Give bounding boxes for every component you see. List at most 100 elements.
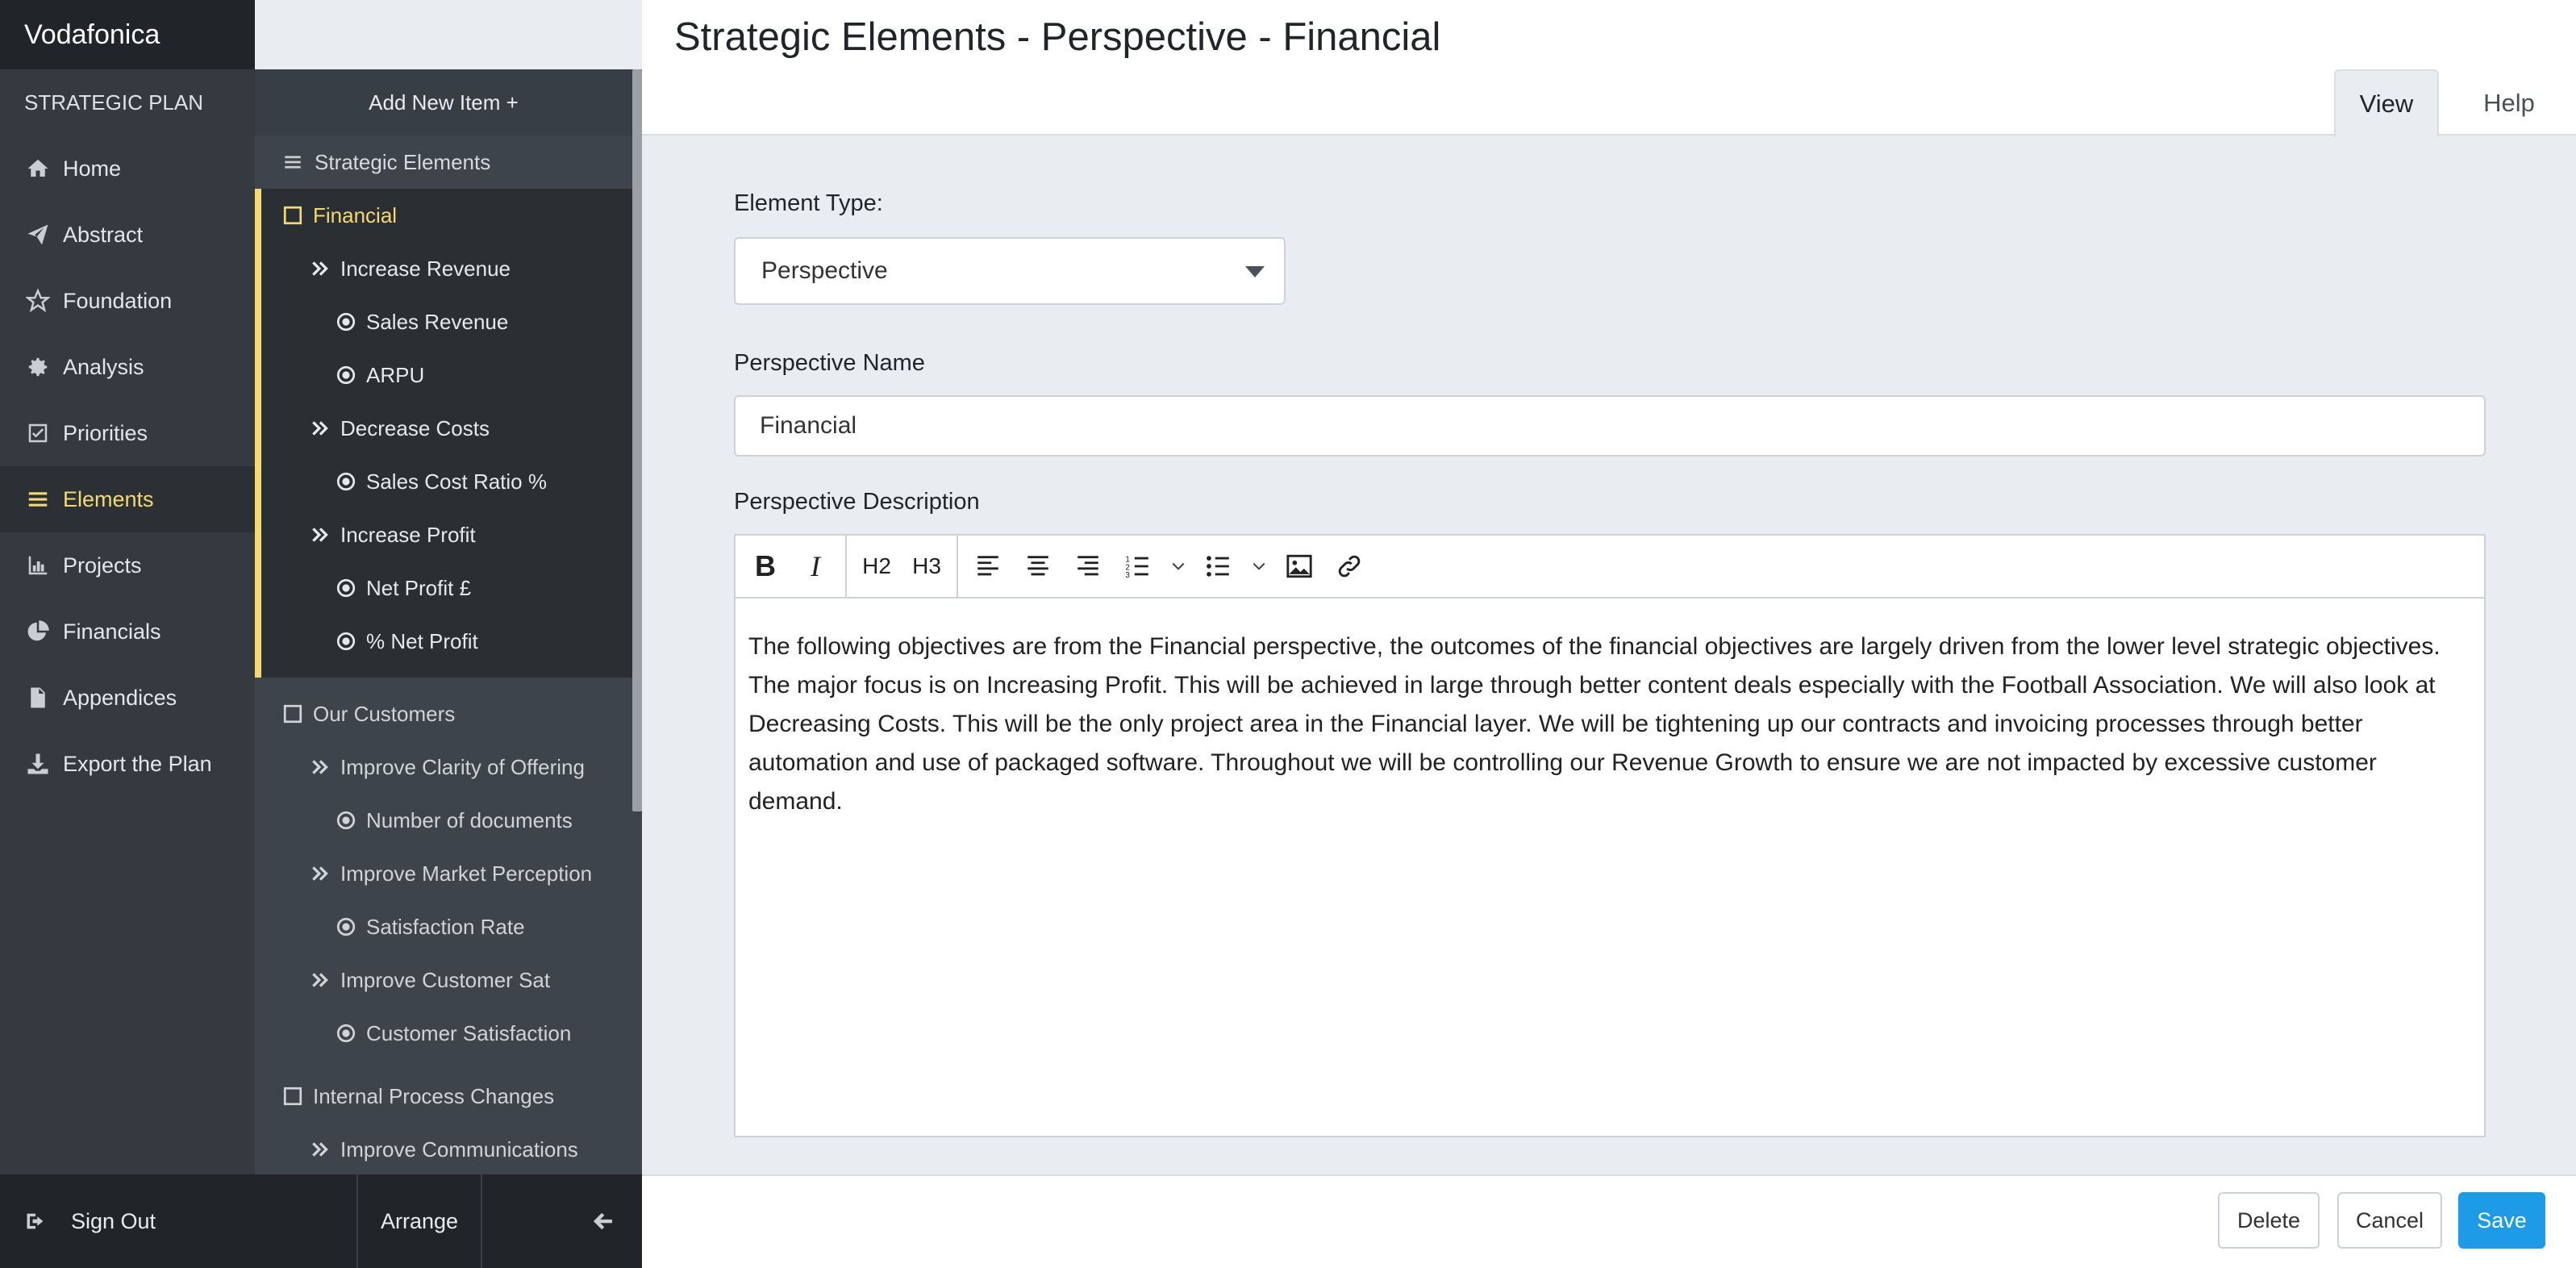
tab-help[interactable]: Help (2465, 69, 2553, 137)
editor-toolbar: B I H2 H3 123 (736, 536, 2484, 599)
nav-item-foundation[interactable]: Foundation (0, 268, 255, 334)
double-chevron-icon (312, 973, 328, 987)
tree-scrollbar[interactable] (632, 69, 642, 811)
double-chevron-icon (312, 1142, 328, 1157)
nav-item-projects[interactable]: Projects (0, 532, 255, 599)
tree-node-label: Sales Cost Ratio % (366, 469, 547, 494)
tree-node-objective[interactable]: Improve Market Perception (255, 847, 642, 900)
target-dot-icon (336, 472, 356, 491)
home-icon (24, 155, 52, 182)
nav-item-priorities[interactable]: Priorities (0, 400, 255, 466)
add-new-item-button[interactable]: Add New Item + (255, 69, 642, 136)
bold-button[interactable]: B (740, 542, 790, 590)
tree-node-objective[interactable]: Improve Communications (255, 1123, 642, 1174)
description-text[interactable]: The following objectives are from the Fi… (736, 599, 2484, 850)
numbered-list-button[interactable]: 123 (1113, 542, 1163, 590)
insert-link-button[interactable] (1324, 542, 1374, 590)
tab-view[interactable]: View (2334, 69, 2439, 137)
brand-logo[interactable]: Vodafonica (0, 0, 255, 69)
nav-item-label: Projects (63, 553, 142, 578)
arrange-button[interactable]: Arrange (358, 1174, 482, 1268)
link-icon (1338, 555, 1361, 578)
tree-node-measure[interactable]: % Net Profit (261, 615, 642, 668)
nav-item-export[interactable]: Export the Plan (0, 731, 255, 797)
page-title: Strategic Elements - Perspective - Finan… (674, 15, 1441, 59)
tree-node-label: Net Profit £ (366, 575, 472, 600)
tree-node-label: ARPU (366, 362, 425, 387)
cancel-button[interactable]: Cancel (2337, 1192, 2442, 1249)
italic-button[interactable]: I (790, 542, 840, 590)
tree-group-financial: Financial Increase Revenue Sales Revenue… (255, 189, 642, 678)
page-header: Strategic Elements - Perspective - Finan… (642, 0, 2576, 137)
align-center-button[interactable] (1013, 542, 1063, 590)
tree-node-objective[interactable]: Increase Revenue (261, 242, 642, 295)
nav-item-elements[interactable]: Elements (0, 466, 255, 532)
form-footer: Delete Cancel Save (642, 1174, 2576, 1268)
perspective-name-label: Perspective Name (734, 350, 925, 376)
nav-item-financials[interactable]: Financials (0, 599, 255, 665)
tree-node-label: Improve Communications (340, 1137, 578, 1162)
delete-button[interactable]: Delete (2218, 1192, 2320, 1249)
align-left-icon (977, 556, 998, 576)
tree-node-label: Increase Profit (340, 522, 476, 547)
heading-3-button[interactable]: H3 (902, 542, 952, 590)
tree-node-financial[interactable]: Financial (261, 189, 642, 242)
tree-node-measure[interactable]: Sales Cost Ratio % (261, 455, 642, 508)
target-dot-icon (336, 365, 356, 385)
perspective-name-input[interactable]: Financial (734, 395, 2486, 457)
tree-node-internal-process-changes[interactable]: Internal Process Changes (255, 1070, 642, 1123)
nav-item-abstract[interactable]: Abstract (0, 202, 255, 268)
target-dot-icon (336, 312, 356, 332)
nav-item-label: Priorities (63, 420, 148, 445)
heading-2-button[interactable]: H2 (852, 542, 902, 590)
sign-out-button[interactable]: Sign Out (0, 1174, 358, 1268)
tree-node-measure[interactable]: Net Profit £ (261, 561, 642, 615)
element-type-select[interactable]: Perspective (734, 237, 1286, 305)
tree-node-label: Increase Revenue (340, 256, 511, 281)
tree-node-label: Internal Process Changes (313, 1083, 555, 1108)
tree-node-measure[interactable]: Satisfaction Rate (255, 900, 642, 953)
tree-node-our-customers[interactable]: Our Customers (255, 687, 642, 740)
bulleted-list-dropdown[interactable] (1244, 542, 1274, 590)
tree-node-objective[interactable]: Improve Clarity of Offering (255, 740, 642, 794)
tree-node-objective[interactable]: Decrease Costs (261, 402, 642, 455)
perspective-name-value: Financial (760, 412, 857, 439)
document-icon (24, 684, 52, 711)
main-nav: Vodafonica STRATEGIC PLAN Home Abstract … (0, 0, 255, 1268)
tree-node-label: Satisfaction Rate (366, 914, 525, 939)
nav-item-label: Appendices (63, 685, 177, 710)
list-icon (24, 486, 52, 513)
tree-node-objective[interactable]: Increase Profit (261, 508, 642, 561)
align-right-button[interactable] (1063, 542, 1113, 590)
tree-node-label: Financial (313, 202, 398, 227)
numbered-list-dropdown[interactable] (1163, 542, 1194, 590)
insert-image-button[interactable] (1274, 542, 1324, 590)
tree-header[interactable]: Strategic Elements (255, 136, 642, 189)
gear-icon (24, 353, 52, 381)
pie-chart-icon (24, 618, 52, 645)
double-chevron-icon (312, 760, 328, 774)
tree-node-measure[interactable]: Customer Satisfaction (255, 1007, 642, 1060)
tree-node-objective[interactable]: Improve Customer Sat (255, 953, 642, 1007)
save-button[interactable]: Save (2458, 1192, 2545, 1249)
nav-item-home[interactable]: Home (0, 136, 255, 202)
align-left-button[interactable] (963, 542, 1013, 590)
tree-node-measure[interactable]: Sales Revenue (261, 295, 642, 348)
collapse-sidebar-button[interactable] (482, 1174, 642, 1268)
tree-header-label: Strategic Elements (315, 149, 491, 174)
arrow-left-icon (593, 1212, 612, 1230)
tree-node-label: % Net Profit (366, 628, 478, 653)
chevron-down-icon (1172, 562, 1185, 570)
target-dot-icon (336, 578, 356, 598)
nav-item-label: Foundation (63, 288, 173, 313)
nav-item-analysis[interactable]: Analysis (0, 334, 255, 400)
tree-node-measure[interactable]: Number of documents (255, 794, 642, 847)
tree-node-label: Number of documents (366, 807, 573, 832)
description-editor: B I H2 H3 123 The following objectives a… (734, 534, 2486, 1137)
tree-node-measure[interactable]: ARPU (261, 348, 642, 402)
align-right-icon (1078, 556, 1098, 576)
nav-item-appendices[interactable]: Appendices (0, 665, 255, 731)
tree-node-label: Our Customers (313, 701, 456, 726)
nav-item-label: Analysis (63, 354, 144, 379)
bulleted-list-button[interactable] (1194, 542, 1244, 590)
